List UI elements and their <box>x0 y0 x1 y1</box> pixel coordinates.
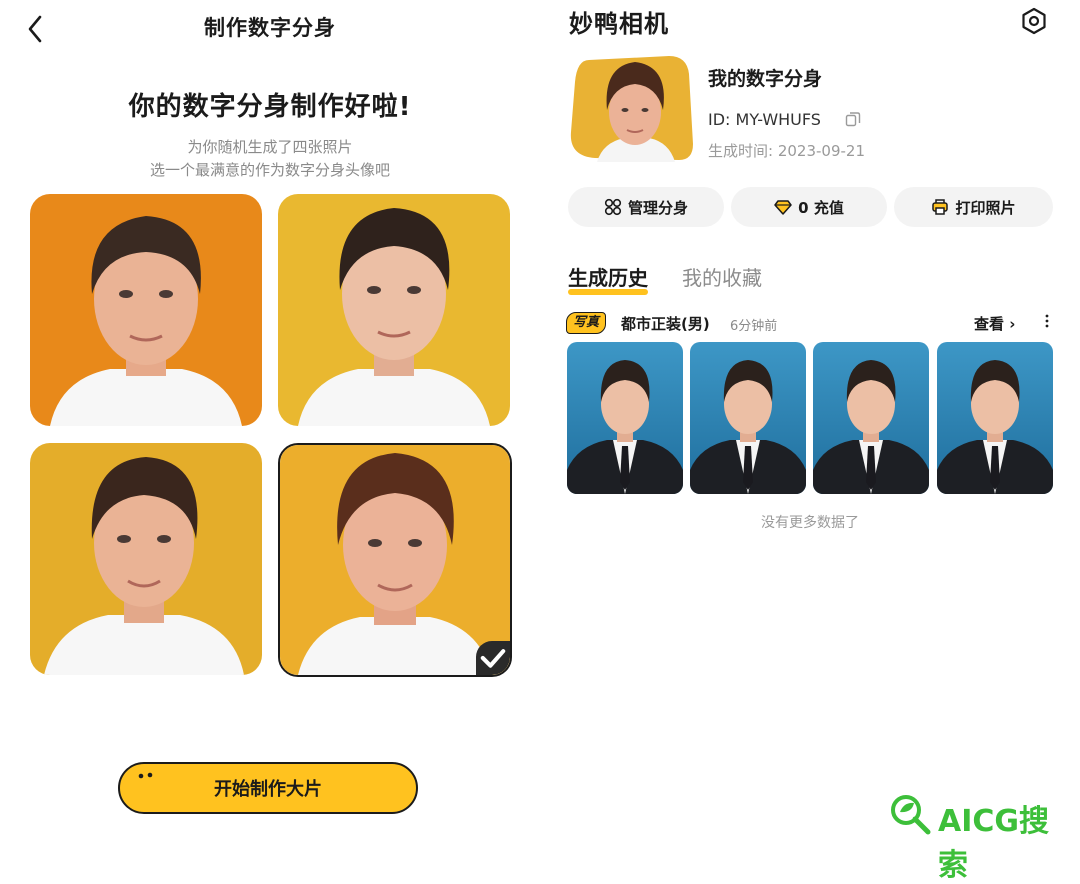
check-icon <box>480 649 506 668</box>
app-brand: 妙鸭相机 <box>569 10 669 38</box>
chevron-right-icon: › <box>1009 315 1016 333</box>
avatar-option-1[interactable] <box>30 194 262 426</box>
tab-my-favorites[interactable]: 我的收藏 <box>682 262 762 291</box>
manage-avatar-label: 管理分身 <box>627 198 688 217</box>
hexagon-settings-icon <box>1022 7 1046 35</box>
portrait-image <box>278 194 510 426</box>
record-thumbnails <box>567 342 1053 494</box>
generated-photo-4[interactable] <box>937 342 1053 494</box>
photo-type-badge: 写真 <box>566 312 607 334</box>
subtitle-line-2: 选一个最满意的作为数字分身头像吧 <box>149 161 390 179</box>
more-vertical-icon <box>1045 314 1049 328</box>
start-creating-button[interactable]: 开始制作大片 <box>118 762 418 814</box>
subtitle-line-1: 为你随机生成了四张照片 <box>187 138 353 156</box>
manage-avatar-button[interactable]: 管理分身 <box>568 187 724 227</box>
no-more-data-text: 没有更多数据了 <box>761 515 859 531</box>
search-leaf-icon <box>891 795 931 835</box>
watermark-text: AICG搜索 <box>938 804 1050 883</box>
copy-id-button[interactable] <box>845 111 861 127</box>
duck-eyes-icon <box>138 772 153 779</box>
record-header: 写真 都市正装(男) 6分钟前 查看 › <box>566 310 1056 336</box>
avatar-option-2[interactable] <box>278 194 510 426</box>
record-style: 都市正装(男) <box>621 315 710 333</box>
copy-icon <box>845 112 861 127</box>
view-record-link[interactable]: 查看 › <box>974 313 1015 334</box>
portrait-image <box>30 443 262 675</box>
avatar-option-3[interactable] <box>30 443 262 675</box>
profile-name: 我的数字分身 <box>708 68 823 90</box>
generated-photo-3[interactable] <box>813 342 929 494</box>
view-label: 查看 <box>974 315 1005 333</box>
avatar-options-grid <box>30 194 512 678</box>
avatar-image <box>570 56 693 162</box>
page-title: 制作数字分身 <box>204 16 336 40</box>
suit-portrait-image <box>690 342 806 494</box>
portrait-image <box>30 194 262 426</box>
print-photos-button[interactable]: 打印照片 <box>894 187 1053 227</box>
selected-check-badge <box>476 641 510 675</box>
diamond-icon <box>774 200 792 215</box>
more-options-button[interactable] <box>1042 312 1052 330</box>
settings-button[interactable] <box>1019 6 1049 36</box>
avatar[interactable] <box>569 52 695 162</box>
suit-portrait-image <box>813 342 929 494</box>
print-photos-label: 打印照片 <box>955 198 1016 217</box>
grid-icon <box>604 198 622 216</box>
recharge-label: 0 充值 <box>798 198 844 217</box>
suit-portrait-image <box>567 342 683 494</box>
avatar-result-screen: 制作数字分身 你的数字分身制作好啦! 为你随机生成了四张照片 选一个最满意的作为… <box>0 0 540 847</box>
watermark: AICG搜索 <box>886 792 1076 883</box>
start-button-label: 开始制作大片 <box>214 779 322 800</box>
suit-portrait-image <box>937 342 1053 494</box>
profile-date: 生成时间: 2023-09-21 <box>708 142 865 160</box>
history-tabs: 生成历史 我的收藏 <box>568 262 968 298</box>
profile-screen: 妙鸭相机 我的数字分身 ID: MY-WHUFS 生成时间: 2023-09-2… <box>545 0 1080 847</box>
generated-photo-2[interactable] <box>690 342 806 494</box>
headline: 你的数字分身制作好啦! <box>128 92 412 122</box>
record-time: 6分钟前 <box>730 319 778 334</box>
profile-id: ID: MY-WHUFS <box>708 110 821 129</box>
printer-icon <box>932 199 949 215</box>
tab-generation-history[interactable]: 生成历史 <box>568 262 648 295</box>
generated-photo-1[interactable] <box>567 342 683 494</box>
recharge-button[interactable]: 0 充值 <box>731 187 887 227</box>
action-bar: 管理分身 0 充值 打印照片 <box>568 187 1053 227</box>
avatar-option-4-selected[interactable] <box>278 443 512 677</box>
